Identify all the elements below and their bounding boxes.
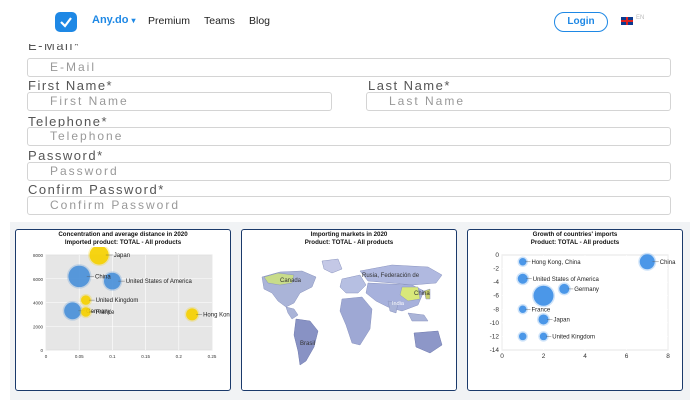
y-tick-label: -14 <box>490 347 500 354</box>
telephone-placeholder: Telephone <box>50 129 124 143</box>
x-tick-label: 0 <box>45 354 48 359</box>
brand-menu[interactable]: Any.do ▾ <box>92 14 136 26</box>
first-name-field[interactable]: First Name <box>27 92 332 111</box>
chart1-title: Concentration and average distance in 20… <box>16 231 230 247</box>
y-tick-label: -6 <box>493 293 499 300</box>
point-label: China <box>660 260 676 266</box>
map-label-canada: Canada <box>280 278 302 284</box>
chart3-title-line1: Growth of countries' imports <box>532 231 618 238</box>
point-label: Japan <box>114 253 130 259</box>
bubble-point <box>519 332 527 341</box>
x-tick-label: 0.2 <box>176 354 183 359</box>
nav-premium[interactable]: Premium <box>148 15 190 27</box>
chevron-down-icon: ▾ <box>131 16 136 25</box>
point-label: Germany <box>574 287 599 293</box>
uk-flag-icon[interactable] <box>621 17 633 25</box>
confirm-password-field[interactable]: Confirm Password <box>27 196 671 215</box>
y-tick-label: 8000 <box>33 253 44 258</box>
x-tick-label: 6 <box>625 353 629 360</box>
brand-label: Any.do <box>92 14 129 26</box>
charts-section: Concentration and average distance in 20… <box>10 222 690 400</box>
first-name-label: First Name* <box>28 78 114 93</box>
top-nav-bar: Any.do ▾ Premium Teams Blog Login EN <box>0 0 700 44</box>
world-map-svg: Canada Rusia, Federación de China India … <box>242 247 456 390</box>
last-name-placeholder: Last Name <box>389 94 466 108</box>
last-name-label: Last Name* <box>368 78 451 93</box>
y-tick-label: -12 <box>490 333 500 340</box>
chart1-title-line2: Imported product: TOTAL - All products <box>64 239 182 246</box>
language-code[interactable]: EN <box>636 15 644 21</box>
point-label: Hong Kong, China <box>532 260 582 266</box>
confirm-password-label: Confirm Password* <box>28 182 165 197</box>
chart2-title: Importing markets in 2020 Product: TOTAL… <box>242 231 456 247</box>
point-label: Hong Kong, China <box>203 312 230 318</box>
point-label: Japan <box>554 317 570 323</box>
point-label: China <box>95 274 111 280</box>
x-tick-label: 0.1 <box>109 354 116 359</box>
password-label: Password* <box>28 148 104 163</box>
chart2-title-line1: Importing markets in 2020 <box>310 231 388 238</box>
x-tick-label: 0.25 <box>208 354 217 359</box>
y-tick-label: 0 <box>40 348 43 353</box>
registration-form: E-Mail* E-Mail First Name* First Name La… <box>0 44 700 220</box>
x-tick-label: 0 <box>500 353 504 360</box>
chart2-title-line2: Product: TOTAL - All products <box>304 239 394 246</box>
password-field[interactable]: Password <box>27 162 671 181</box>
x-tick-label: 4 <box>583 353 587 360</box>
y-tick-label: 2000 <box>33 324 44 329</box>
chart3-title: Growth of countries' imports Product: TO… <box>468 231 682 247</box>
y-tick-label: 4000 <box>33 301 44 306</box>
bubble-point <box>533 285 554 306</box>
point-label: France <box>532 307 551 313</box>
y-tick-label: 0 <box>495 252 499 259</box>
email-field[interactable]: E-Mail <box>27 58 671 77</box>
telephone-field[interactable]: Telephone <box>27 127 671 146</box>
chart1-title-line1: Concentration and average distance in 20… <box>58 231 188 238</box>
point-label: United Kingdom <box>552 334 595 340</box>
first-name-placeholder: First Name <box>50 94 129 108</box>
point-label: United Kingdom <box>96 298 139 304</box>
chart3-svg: 0-2-4-6-8-10-12-140 2 4 6 8Hong Kong, China C… <box>490 252 676 360</box>
x-tick-label: 8 <box>666 353 670 360</box>
y-tick-label: 6000 <box>33 277 44 282</box>
map-label-china: China <box>414 291 430 297</box>
y-tick-label: -2 <box>493 266 499 273</box>
bubble-point <box>81 307 91 317</box>
chart-panel-importing-markets[interactable]: Importing markets in 2020 Product: TOTAL… <box>241 229 457 391</box>
password-placeholder: Password <box>50 164 119 178</box>
nav-blog[interactable]: Blog <box>249 15 270 27</box>
last-name-field[interactable]: Last Name <box>366 92 671 111</box>
point-label: United States of America <box>533 277 600 283</box>
login-button[interactable]: Login <box>554 12 608 32</box>
y-tick-label: -4 <box>493 279 499 286</box>
y-tick-label: -10 <box>490 320 500 327</box>
confirm-password-placeholder: Confirm Password <box>50 198 181 212</box>
map-label-russia: Rusia, Federación de <box>362 273 420 279</box>
email-label: E-Mail* <box>28 44 81 53</box>
chart-panel-imports-growth[interactable]: Growth of countries' imports Product: TO… <box>467 229 683 391</box>
chart3-title-line2: Product: TOTAL - All products <box>530 239 620 246</box>
map-label-india: India <box>392 301 405 307</box>
map-label-brazil: Brasil <box>300 341 315 347</box>
chart1-svg: 0 2000 4000 6000 8000 0 0.05 0.1 0.15 0.2 0.25 Japa… <box>33 247 230 359</box>
nav-teams[interactable]: Teams <box>204 15 235 27</box>
x-tick-label: 0.05 <box>75 354 84 359</box>
point-label: France <box>96 310 115 316</box>
email-placeholder: E-Mail <box>50 60 97 74</box>
point-label: United States of America <box>126 279 193 285</box>
x-tick-label: 2 <box>542 353 546 360</box>
x-tick-label: 0.15 <box>141 354 150 359</box>
chart-panel-concentration[interactable]: Concentration and average distance in 20… <box>15 229 231 391</box>
bubble-point <box>81 295 91 305</box>
y-tick-label: -8 <box>493 306 499 313</box>
anydo-logo-icon[interactable] <box>55 12 77 32</box>
